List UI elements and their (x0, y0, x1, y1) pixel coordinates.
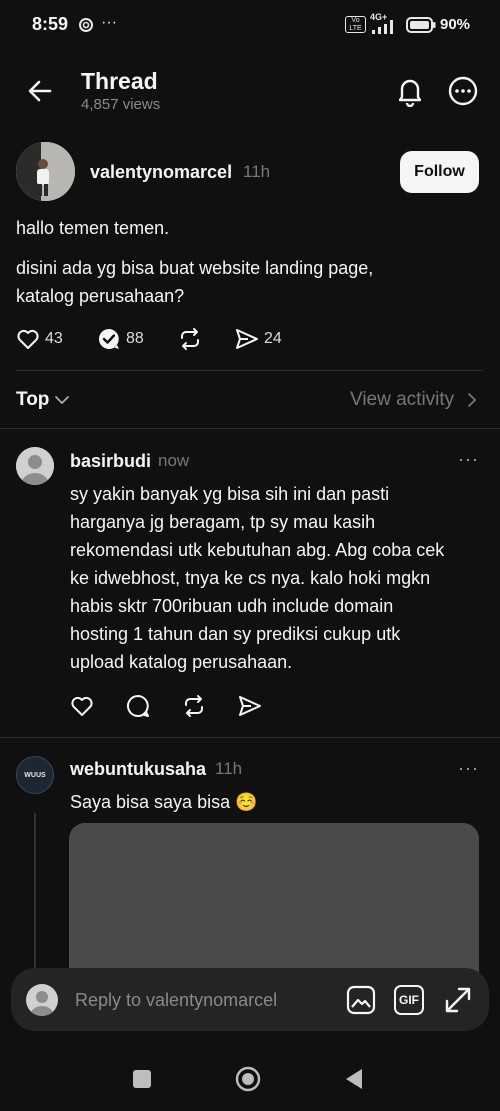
page-title: Thread (81, 68, 158, 94)
view-count: 4,857 views (81, 96, 161, 113)
reply-text-line: harganya jg beragam, tp sy mau kasih (70, 512, 376, 532)
repost-icon[interactable] (178, 327, 202, 351)
reply-text-line: hosting 1 tahun dan sy prediksi cukup ut… (70, 624, 401, 644)
back-button[interactable] (344, 1068, 364, 1090)
comment-icon[interactable] (126, 694, 150, 718)
reply-text-line: habis sktr 700ribuan udh include domain (70, 596, 394, 616)
image-attach-icon[interactable] (346, 985, 376, 1015)
battery-icon (406, 17, 436, 33)
thread-connector (34, 813, 36, 983)
reply-count: 88 (126, 330, 144, 347)
follow-button[interactable]: Follow (400, 151, 479, 193)
like-icon[interactable] (70, 695, 94, 717)
reply-input[interactable]: Reply to valentynomarcel (75, 990, 277, 1011)
reply-text-line: Saya bisa saya bisa ☺️ (70, 792, 258, 812)
author-avatar[interactable] (16, 142, 75, 201)
more-notifications-icon: ··· (101, 14, 117, 31)
post-text-line: disini ada yg bisa buat website landing … (16, 258, 374, 278)
reply-avatar[interactable] (16, 447, 54, 485)
composer-avatar (26, 984, 58, 1016)
divider (0, 737, 500, 738)
reply-text-line: ke idwebhost, tnya ke cs nya. kalo hoki … (70, 568, 431, 588)
reply-text-line: upload katalog perusahaan. (70, 652, 293, 672)
home-button[interactable] (235, 1066, 261, 1092)
reply-username[interactable]: basirbudi (70, 451, 151, 472)
signal-icon (372, 20, 400, 34)
reply-count-icon[interactable] (97, 327, 121, 351)
volte-icon: Vo LTE (345, 16, 366, 33)
share-icon[interactable] (238, 695, 262, 717)
recents-button[interactable] (133, 1070, 151, 1088)
share-icon[interactable] (235, 328, 259, 350)
more-circle-icon[interactable] (448, 76, 478, 106)
author-username[interactable]: valentynomarcel (90, 162, 232, 183)
battery-percent: 90% (440, 16, 471, 33)
post-timestamp: 11h (243, 162, 271, 181)
reply-timestamp: 11h (215, 759, 243, 778)
threads-notification-icon (78, 17, 94, 33)
gif-icon[interactable]: GIF (394, 985, 424, 1015)
repost-icon[interactable] (182, 694, 206, 718)
bell-icon[interactable] (395, 75, 425, 107)
reply-timestamp: now (158, 451, 190, 470)
post-text-line: katalog perusahaan? (16, 286, 185, 306)
back-arrow-icon[interactable] (26, 77, 54, 105)
divider (16, 370, 483, 371)
expand-icon[interactable] (443, 985, 473, 1015)
share-count: 24 (264, 330, 282, 347)
avatar-logo-text: WUUS (24, 771, 46, 779)
chevron-down-icon[interactable] (54, 394, 70, 406)
sort-dropdown[interactable]: Top (16, 389, 49, 411)
reply-avatar[interactable]: WUUS (16, 756, 54, 794)
post-text-line: hallo temen temen. (16, 218, 170, 238)
reply-username[interactable]: webuntukusaha (70, 759, 206, 780)
reply-text-line: sy yakin banyak yg bisa sih ini dan past… (70, 484, 390, 504)
chevron-right-icon[interactable] (466, 392, 478, 408)
like-icon[interactable] (16, 328, 40, 350)
status-bar: 8:59 ··· Vo LTE 4G+ 90% (0, 0, 500, 52)
reply-more-icon[interactable]: ··· (458, 758, 479, 779)
view-activity-link[interactable]: View activity (350, 389, 454, 411)
status-time: 8:59 (32, 14, 69, 34)
like-count: 43 (45, 330, 63, 347)
divider (0, 428, 500, 429)
reply-text-line: rekomendasi utk kebutuhan abg. Abg coba … (70, 540, 445, 560)
reply-more-icon[interactable]: ··· (458, 449, 479, 470)
